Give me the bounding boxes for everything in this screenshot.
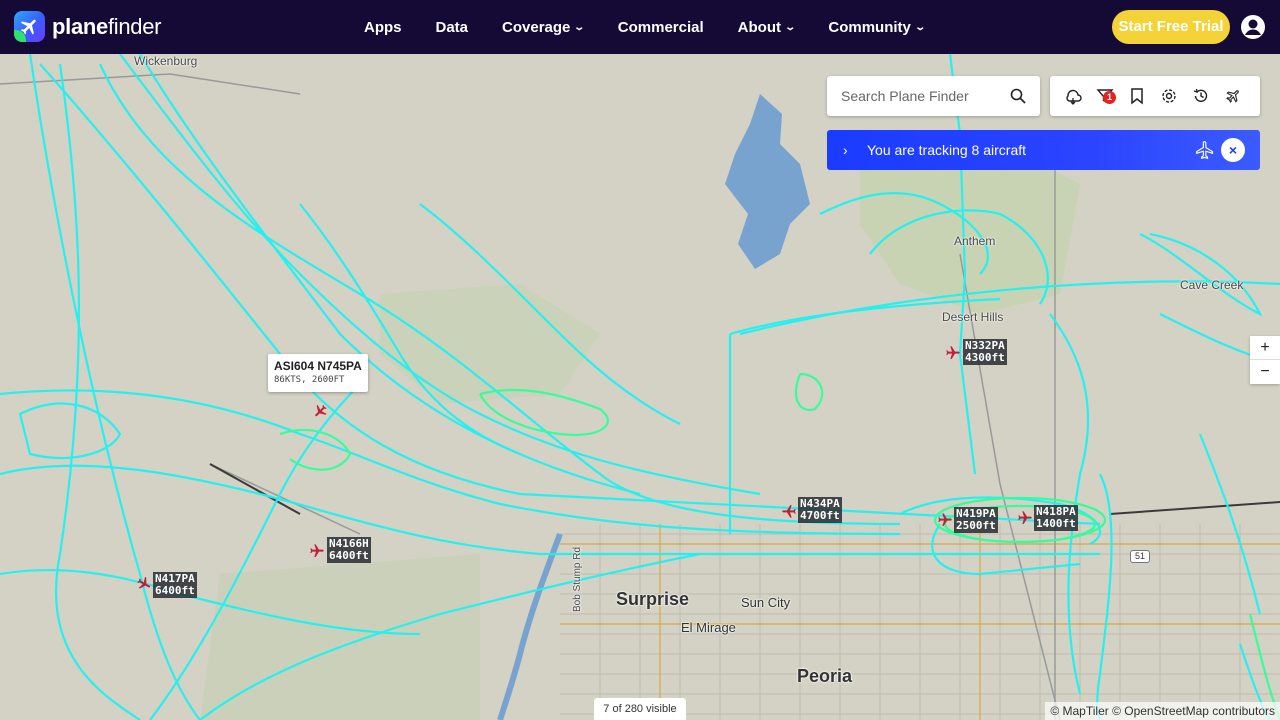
aircraft-n417pa-icon[interactable] — [136, 576, 152, 592]
planefinder-logo[interactable]: planefinder — [14, 11, 162, 42]
zoom-out-button[interactable]: − — [1250, 360, 1280, 384]
aircraft-n418pa-icon[interactable] — [1017, 510, 1033, 526]
place-desert-hills: Desert Hills — [942, 310, 1004, 324]
nav-commercial[interactable]: Commercial — [618, 19, 704, 36]
nav-coverage[interactable]: Coverage ⌄ — [502, 19, 586, 36]
ar-plane-icon[interactable] — [1224, 87, 1242, 105]
logo-mark-icon — [14, 11, 45, 42]
nav-menu: Apps Data Coverage ⌄ Commercial About ⌄ Co… — [364, 0, 958, 54]
aircraft-n332pa-icon[interactable] — [945, 345, 961, 361]
aircraft-label-n434pa[interactable]: N434PA 4700ft — [798, 497, 842, 523]
airplane-icon — [1196, 141, 1214, 160]
place-wickenburg: Wickenburg — [134, 54, 198, 68]
place-el-mirage: El Mirage — [681, 620, 736, 635]
chevron-down-icon: ⌄ — [573, 21, 586, 33]
search-box — [827, 76, 1040, 116]
place-anthem: Anthem — [954, 234, 996, 248]
aircraft-n419pa-icon[interactable] — [937, 512, 953, 528]
place-surprise: Surprise — [616, 589, 690, 609]
top-nav: planefinder Apps Data Coverage ⌄ Commerci… — [0, 0, 1280, 54]
nav-data[interactable]: Data — [436, 19, 469, 36]
weather-icon[interactable] — [1064, 87, 1082, 105]
aircraft-n434pa-icon[interactable] — [781, 503, 797, 519]
expand-chevron-icon[interactable]: › — [843, 142, 848, 158]
nav-about[interactable]: About ⌄ — [738, 19, 797, 36]
filter-button[interactable]: 1 — [1096, 87, 1116, 105]
aircraft-popup[interactable]: ASI604 N745PA 86KTS, 2600FT — [268, 354, 368, 392]
tracking-banner[interactable]: › You are tracking 8 aircraft × — [827, 130, 1260, 170]
map-attribution[interactable]: © MapTiler © OpenStreetMap contributors — [1045, 702, 1280, 720]
history-icon[interactable] — [1192, 87, 1210, 105]
aircraft-label-n417pa[interactable]: N417PA 6400ft — [153, 572, 197, 598]
nav-community[interactable]: Community ⌄ — [828, 19, 926, 36]
place-cave-creek: Cave Creek — [1180, 278, 1244, 292]
map-toolbar: 1 — [1050, 76, 1260, 116]
place-peoria: Peoria — [797, 666, 853, 686]
aircraft-label-n332pa[interactable]: N332PA 4300ft — [963, 339, 1007, 365]
nav-apps[interactable]: Apps — [364, 19, 402, 36]
zoom-in-button[interactable]: + — [1250, 336, 1280, 360]
road-bob-stump: Bob Stump Rd — [572, 546, 583, 612]
aircraft-n4166h-icon[interactable] — [309, 543, 325, 559]
logo-text: planefinder — [52, 13, 162, 39]
bookmark-icon[interactable] — [1128, 87, 1146, 105]
aircraft-label-n418pa[interactable]: N418PA 1400ft — [1034, 505, 1078, 531]
chevron-down-icon: ⌄ — [784, 21, 797, 33]
road-shield: 51 — [1130, 550, 1150, 563]
search-input[interactable] — [841, 86, 1001, 106]
account-icon[interactable] — [1240, 14, 1266, 40]
filter-count-badge: 1 — [1103, 91, 1116, 104]
popup-title: ASI604 N745PA — [274, 359, 362, 373]
aircraft-label-n419pa[interactable]: N419PA 2500ft — [954, 507, 998, 533]
zoom-control: + − — [1250, 336, 1280, 384]
settings-icon[interactable] — [1160, 87, 1178, 105]
place-sun-city: Sun City — [741, 595, 791, 610]
popup-detail: 86KTS, 2600FT — [274, 375, 345, 385]
aircraft-label-n4166h[interactable]: N4166H 6400ft — [327, 537, 371, 563]
tracking-message: You are tracking 8 aircraft — [867, 142, 1027, 158]
chevron-down-icon: ⌄ — [914, 21, 926, 33]
search-icon[interactable] — [1010, 88, 1026, 104]
start-free-trial-button[interactable]: Start Free Trial — [1112, 10, 1230, 44]
aircraft-asi604-icon[interactable] — [312, 403, 328, 419]
visible-count: 7 of 280 visible — [594, 698, 686, 720]
close-tracking-button[interactable]: × — [1221, 138, 1245, 162]
